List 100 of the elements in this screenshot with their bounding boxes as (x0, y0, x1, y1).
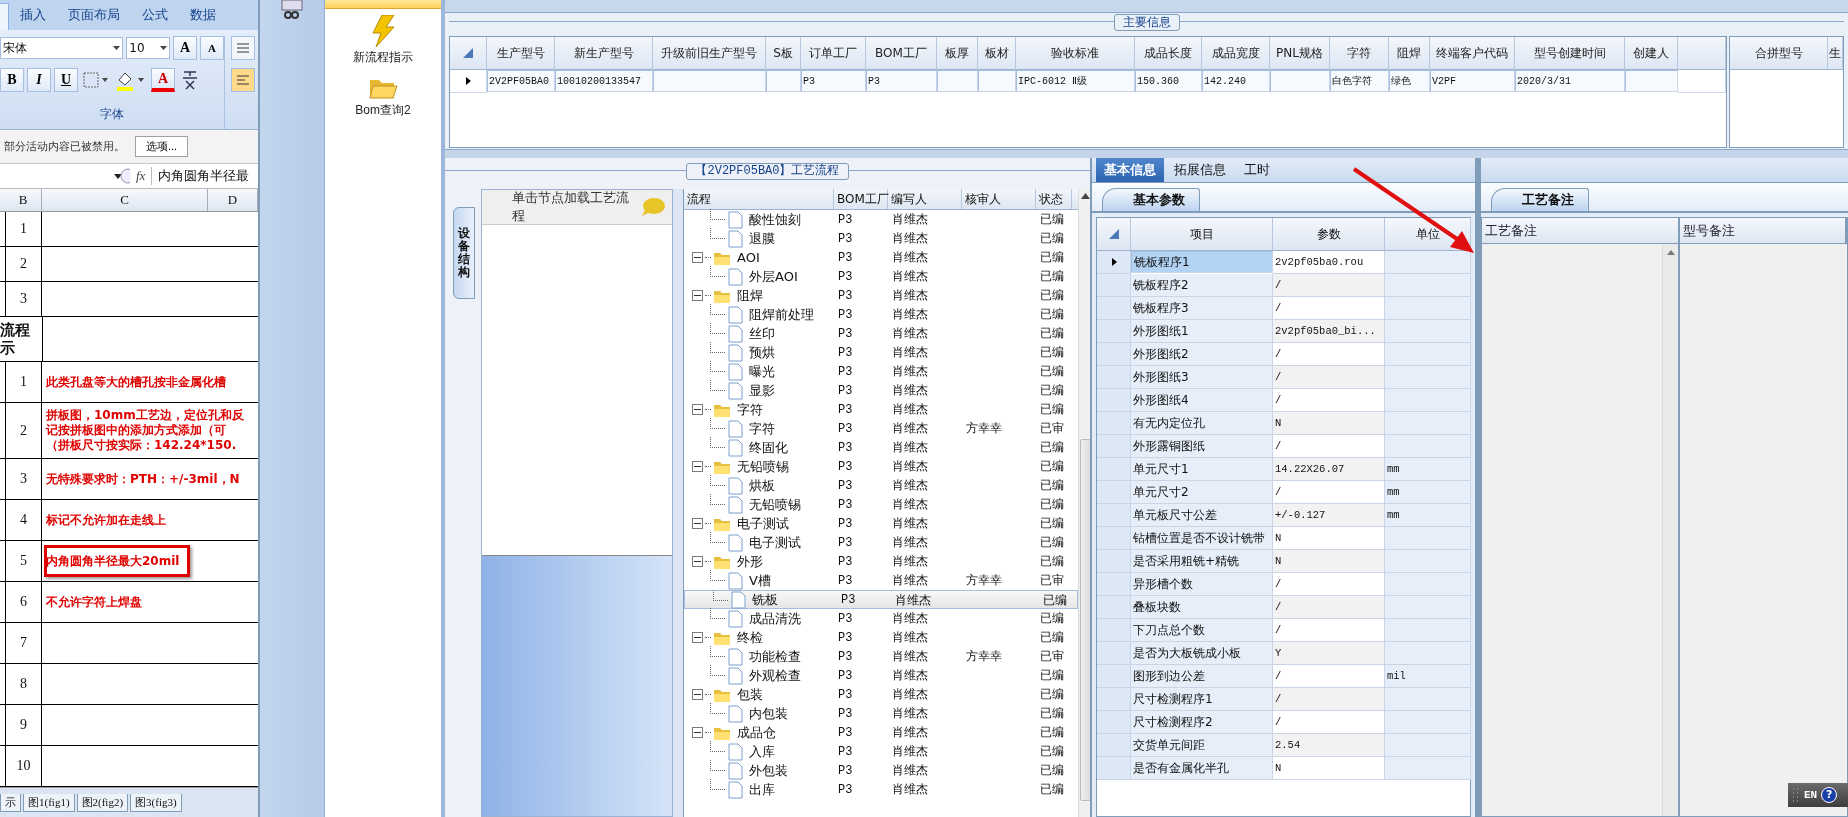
tree-row[interactable]: 外包装 P3 肖维杰 已编 (684, 761, 1078, 780)
shrink-font-button[interactable]: A (200, 36, 224, 60)
row-header-cell[interactable] (1097, 596, 1131, 619)
scrollbar[interactable] (1078, 189, 1090, 817)
tree-row[interactable]: 字符 P3 肖维杰 已编 (684, 400, 1078, 419)
tree-row[interactable]: 阻焊 P3 肖维杰 已编 (684, 286, 1078, 305)
row-header-cell[interactable] (1097, 688, 1131, 711)
tree-row[interactable]: 终固化 P3 肖维杰 已编 (684, 438, 1078, 457)
sheet-tab[interactable]: 示 (0, 793, 21, 812)
sub-tab[interactable]: 工艺备注 (1491, 188, 1589, 211)
ribbon-tab[interactable]: 插入 (9, 6, 57, 24)
ribbon-tab[interactable]: 数据 (179, 6, 227, 24)
tree-row[interactable]: 入库 P3 肖维杰 已编 (684, 742, 1078, 761)
row-header-cell[interactable] (1097, 550, 1131, 573)
row-header-cell[interactable] (1097, 251, 1131, 274)
tree-row[interactable]: 外观检查 P3 肖维杰 已编 (684, 666, 1078, 685)
tree-row[interactable]: 曝光 P3 肖维杰 已编 (684, 362, 1078, 381)
tree-row[interactable]: 成品仓 P3 肖维杰 已编 (684, 723, 1078, 742)
scrollbar-thumb[interactable] (1079, 439, 1090, 801)
tree-row[interactable]: 内包装 P3 肖维杰 已编 (684, 704, 1078, 723)
selected-menu-item[interactable] (325, 0, 441, 9)
collapse-toggle[interactable] (692, 518, 703, 529)
tree-row[interactable]: 电子测试 P3 肖维杰 已编 (684, 514, 1078, 533)
collapse-toggle[interactable] (692, 290, 703, 301)
font-name-dropdown[interactable]: 宋体 (0, 37, 124, 59)
tree-row[interactable]: 出库 P3 肖维杰 已编 (684, 780, 1078, 799)
underline-button[interactable]: U (54, 68, 78, 92)
tree-row[interactable]: 成品清洗 P3 肖维杰 已编 (684, 609, 1078, 628)
row-header-cell[interactable] (1097, 343, 1131, 366)
tree-row[interactable]: 包装 P3 肖维杰 已编 (684, 685, 1078, 704)
row-header-cell[interactable] (1097, 389, 1131, 412)
tree-row[interactable]: 无铅喷锡 P3 肖维杰 已编 (684, 495, 1078, 514)
tree-row[interactable]: 烘板 P3 肖维杰 已编 (684, 476, 1078, 495)
row-header-cell[interactable] (1097, 320, 1131, 343)
row-header-cell[interactable] (1097, 297, 1131, 320)
row-header-cell[interactable] (1097, 642, 1131, 665)
collapse-toggle[interactable] (692, 632, 703, 643)
tab[interactable]: 基本信息 (1096, 158, 1164, 182)
row-header-cell[interactable] (1097, 734, 1131, 757)
row-header-cell[interactable] (1097, 412, 1131, 435)
scroll-up-icon[interactable] (1080, 193, 1090, 199)
collapse-toggle[interactable] (692, 404, 703, 415)
sheet-tab[interactable]: 图2(fig2) (76, 793, 129, 812)
row-header-cell[interactable] (1097, 619, 1131, 642)
side-tab[interactable]: 设备结构 (453, 207, 475, 299)
scrollbar[interactable] (1662, 244, 1678, 816)
ribbon-tab[interactable]: 页面布局 (57, 6, 131, 24)
row-header-cell[interactable] (1097, 504, 1131, 527)
tree-row[interactable]: 丝印 P3 肖维杰 已编 (684, 324, 1078, 343)
tree-row[interactable]: 预烘 P3 肖维杰 已编 (684, 343, 1078, 362)
collapse-toggle[interactable] (692, 556, 703, 567)
options-button[interactable]: 选项... (135, 136, 189, 158)
tab[interactable]: 工时 (1236, 158, 1278, 182)
row-header-cell[interactable] (1097, 366, 1131, 389)
launcher-item[interactable]: Bom查询2 (353, 72, 413, 121)
collapse-toggle[interactable] (692, 461, 703, 472)
tree-row[interactable]: 功能检查 P3 肖维杰 方幸幸 已审 (684, 647, 1078, 666)
help-icon[interactable]: ? (1821, 787, 1838, 803)
notes-area[interactable] (1680, 244, 1847, 816)
tree-row[interactable]: V槽 P3 肖维杰 方幸幸 已审 (684, 571, 1078, 590)
sub-tab[interactable]: 基本参数 (1102, 188, 1200, 211)
collapse-toggle[interactable] (692, 252, 703, 263)
italic-button[interactable]: I (27, 68, 51, 92)
tree-row[interactable]: 电子测试 P3 肖维杰 已编 (684, 533, 1078, 552)
row-header-cell[interactable] (1097, 573, 1131, 596)
scroll-up-icon[interactable] (1666, 250, 1675, 255)
tab[interactable]: 拓展信息 (1166, 158, 1234, 182)
grow-font-button[interactable]: A (173, 36, 197, 60)
row-header-cell[interactable] (1097, 757, 1131, 780)
bold-button[interactable]: B (0, 68, 24, 92)
row-header-cell[interactable] (1097, 665, 1131, 688)
device-icon[interactable] (280, 0, 304, 20)
tree-row[interactable]: 阻焊前处理 P3 肖维杰 已编 (684, 305, 1078, 324)
row-header-cell[interactable] (1097, 711, 1131, 734)
collapse-toggle[interactable] (692, 727, 703, 738)
tree-row[interactable]: 无铅喷锡 P3 肖维杰 已编 (684, 457, 1078, 476)
selected-tab-edge[interactable] (0, 3, 9, 31)
row-header-cell[interactable] (1097, 274, 1131, 297)
launcher-item[interactable]: 新流程指示 (351, 13, 415, 68)
tree-row[interactable]: 终检 P3 肖维杰 已编 (684, 628, 1078, 647)
tree-row[interactable]: 外形 P3 肖维杰 已编 (684, 552, 1078, 571)
function-button[interactable]: fx (136, 168, 146, 185)
ribbon-tab[interactable]: 公式 (131, 6, 179, 24)
tree-row[interactable]: 酸性蚀刻 P3 肖维杰 已编 (684, 210, 1078, 229)
tree-row[interactable]: 显影 P3 肖维杰 已编 (684, 381, 1078, 400)
row-header-cell[interactable] (1097, 458, 1131, 481)
font-color-button[interactable]: A (151, 68, 175, 92)
tree-row[interactable]: 退膜 P3 肖维杰 已编 (684, 229, 1078, 248)
collapse-toggle[interactable] (692, 689, 703, 700)
tree-row[interactable]: 铣板 P3 肖维杰 已编 (684, 590, 1078, 609)
sheet-tab[interactable]: 图1(fig1) (23, 793, 75, 812)
splitter-bar[interactable] (673, 189, 683, 817)
sheet-tab[interactable]: 图3(fig3) (130, 793, 182, 812)
tree-row[interactable]: 外层AOI P3 肖维杰 已编 (684, 267, 1078, 286)
row-header-cell[interactable] (1097, 481, 1131, 504)
tree-row[interactable]: 字符 P3 肖维杰 方幸幸 已审 (684, 419, 1078, 438)
splitter-bar[interactable] (445, 149, 1848, 158)
language-indicator[interactable]: EN ? (1788, 783, 1848, 807)
row-header-cell[interactable] (1097, 435, 1131, 458)
tree-row[interactable]: AOI P3 肖维杰 已编 (684, 248, 1078, 267)
